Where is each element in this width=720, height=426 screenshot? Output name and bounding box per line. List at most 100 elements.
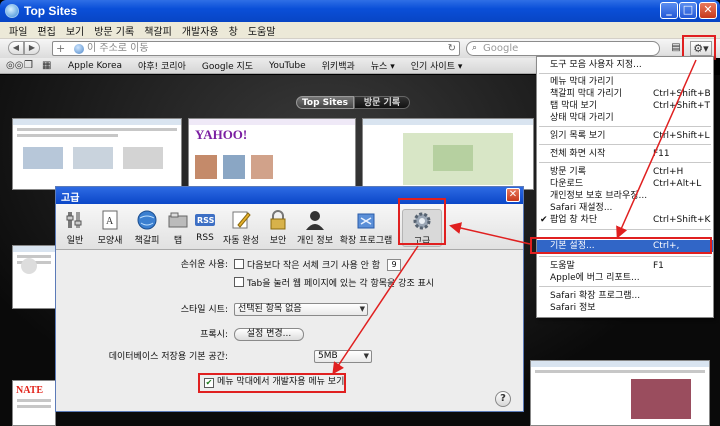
stylesheet-label: 스타일 시트:	[180, 305, 228, 315]
preferences-annotation-box	[530, 237, 712, 254]
bookmark-news[interactable]: 뉴스 ▾	[363, 59, 403, 72]
reload-icon[interactable]: ↻	[448, 42, 456, 55]
min-font-size-select[interactable]: 9	[387, 259, 401, 271]
tab-autofill[interactable]: 자동 완성	[220, 209, 262, 247]
tab-bookmarks[interactable]: 책갈피	[130, 209, 164, 247]
menu-item-show-tab-bar[interactable]: 탭 막대 보기 Ctrl+Shift+T	[537, 100, 713, 112]
menu-item-label: 팝업 창 차단	[550, 215, 598, 225]
site-thumbnail[interactable]: NATE	[12, 380, 56, 426]
menu-item-customize-toolbar[interactable]: 도구 모음 사용자 지정...	[537, 59, 713, 71]
menu-item-label: 책갈피 막대 가리기	[550, 89, 622, 99]
grid-icon[interactable]: ▦	[42, 60, 60, 71]
tab-highlight-checkbox[interactable]	[234, 277, 244, 287]
menu-item-history[interactable]: 방문 기록 Ctrl+H	[537, 166, 713, 178]
plus-icon[interactable]: +	[56, 42, 65, 55]
close-icon[interactable]: ✕	[506, 188, 520, 202]
address-bar[interactable]: + 이 주소로 이동 ↻	[52, 41, 460, 56]
tab-privacy[interactable]: 개인 정보	[294, 209, 336, 247]
bookmarks-book-icon[interactable]: ❒	[24, 60, 42, 71]
menu-item-private-browsing[interactable]: 개인정보 보호 브라우징...	[537, 190, 713, 202]
menu-help[interactable]: 도움말	[243, 23, 281, 38]
menu-item-label: 메뉴 막대 가리기	[550, 77, 614, 87]
menu-view[interactable]: 보기	[61, 23, 89, 38]
tab-label: RSS	[196, 233, 214, 243]
menu-item-hide-status-bar[interactable]: 상태 막대 가리기	[537, 112, 713, 124]
menu-item-label: Safari 재설정...	[550, 203, 613, 213]
svg-text:RSS: RSS	[197, 216, 215, 225]
menu-item-label: 개인정보 보호 브라우징...	[550, 191, 648, 201]
menu-item-reading-list[interactable]: 읽기 목록 보기 Ctrl+Shift+L	[537, 130, 713, 142]
maximize-button[interactable]: □	[679, 2, 697, 19]
menu-item-downloads[interactable]: 다운로드 Ctrl+Alt+L	[537, 178, 713, 190]
minimize-button[interactable]: _	[660, 2, 678, 19]
menu-item-about-safari[interactable]: Safari 정보	[537, 302, 713, 314]
menu-item-shortcut: Ctrl+Alt+L	[653, 179, 702, 189]
site-thumbnail[interactable]	[12, 118, 182, 190]
menu-history[interactable]: 방문 기록	[89, 23, 139, 38]
proxy-label: 프록시:	[200, 330, 228, 340]
tab-security[interactable]: 보안	[264, 209, 292, 247]
menu-item-label: 방문 기록	[550, 167, 586, 177]
svg-text:A: A	[106, 216, 114, 227]
accessibility-label: 손쉬운 사용:	[180, 260, 228, 270]
menu-window[interactable]: 창	[224, 23, 243, 38]
site-thumbnail[interactable]	[362, 118, 534, 190]
bookmark-wikipedia[interactable]: 위키백과	[314, 59, 363, 72]
menu-item-hide-menubar[interactable]: 메뉴 막대 가리기	[537, 76, 713, 88]
address-placeholder[interactable]: 이 주소로 이동	[87, 42, 149, 55]
reading-list-icon[interactable]: ◎◎	[6, 60, 24, 71]
min-font-checkbox[interactable]	[234, 259, 244, 269]
menu-bar: 파일 편집 보기 방문 기록 책갈피 개발자용 창 도움말	[0, 22, 720, 39]
search-placeholder[interactable]: Google	[483, 42, 518, 55]
menu-item-report-bug[interactable]: Apple에 버그 리포트...	[537, 272, 713, 284]
search-field[interactable]: ⌕ Google	[466, 41, 660, 56]
tab-tabs[interactable]: 탭	[166, 209, 190, 247]
bookmarks-globe-icon	[137, 210, 157, 230]
menu-separator	[539, 126, 711, 127]
menu-file[interactable]: 파일	[4, 23, 32, 38]
preferences-tabs: 일반 A 모양새 책갈피 탭 RSS RSS 자동 완성 보안 개인 정보 확장…	[56, 204, 523, 250]
proxy-settings-button[interactable]: 설정 변경...	[234, 328, 304, 341]
menu-bookmarks[interactable]: 책갈피	[139, 23, 177, 38]
tab-appearance[interactable]: A 모양새	[92, 209, 128, 247]
close-button[interactable]: ✕	[699, 2, 717, 19]
menu-item-label: 도움말	[550, 261, 575, 271]
menu-separator	[539, 144, 711, 145]
menu-edit[interactable]: 편집	[32, 23, 60, 38]
back-arrow-icon[interactable]: ◀	[8, 41, 24, 55]
menu-item-help[interactable]: 도움말 F1	[537, 260, 713, 272]
bookmark-apple[interactable]: Apple Korea	[60, 61, 130, 71]
database-quota-select[interactable]: 5MB ▼	[314, 350, 372, 363]
switch-icon	[66, 212, 82, 228]
site-thumbnail[interactable]	[12, 245, 56, 309]
min-font-checkbox-row[interactable]: 다음보다 작은 서체 크기 사용 안 함	[234, 259, 380, 272]
menu-item-full-screen[interactable]: 전체 화면 시작 F11	[537, 148, 713, 160]
chevron-down-icon: ▼	[359, 305, 365, 313]
tab-label: 탭	[173, 236, 183, 246]
bookmark-yahoo[interactable]: 야후! 코리아	[130, 59, 194, 72]
segment-top-sites[interactable]: Top Sites	[296, 96, 354, 109]
menu-item-extensions[interactable]: Safari 확장 프로그램...	[537, 290, 713, 302]
dialog-title: 고급	[61, 193, 80, 204]
menu-item-hide-bookmarks-bar[interactable]: 책갈피 막대 가리기 Ctrl+Shift+B	[537, 88, 713, 100]
tab-rss[interactable]: RSS RSS	[192, 209, 218, 247]
tab-extensions[interactable]: 확장 프로그램	[338, 209, 394, 247]
tab-general[interactable]: 일반	[60, 209, 90, 247]
site-thumbnail[interactable]: YAHOO!	[188, 118, 356, 190]
forward-arrow-icon[interactable]: ▶	[24, 41, 40, 55]
bookmark-youtube[interactable]: YouTube	[261, 61, 314, 71]
menu-item-shortcut: Ctrl+Shift+L	[653, 131, 710, 141]
help-button[interactable]: ?	[495, 391, 511, 407]
bookmark-popular[interactable]: 인기 사이트 ▾	[403, 59, 471, 72]
menu-item-label: 도구 모음 사용자 지정...	[550, 60, 642, 70]
window-title: Top Sites	[24, 4, 78, 18]
site-thumbnail[interactable]	[530, 360, 710, 426]
stylesheet-select[interactable]: 선택된 항목 없음 ▼	[234, 303, 368, 316]
bookmark-google-maps[interactable]: Google 지도	[194, 59, 261, 72]
segment-history[interactable]: 방문 기록	[354, 96, 410, 109]
menu-item-block-popups[interactable]: ✔ 팝업 창 차단 Ctrl+Shift+K	[537, 214, 713, 226]
menu-develop[interactable]: 개발자용	[177, 23, 224, 38]
menu-item-reset-safari[interactable]: Safari 재설정...	[537, 202, 713, 214]
tab-highlight-checkbox-row[interactable]: Tab을 눌러 웹 페이지에 있는 각 항목을 강조 표시	[234, 277, 434, 290]
tab-label: 모양새	[97, 236, 123, 246]
